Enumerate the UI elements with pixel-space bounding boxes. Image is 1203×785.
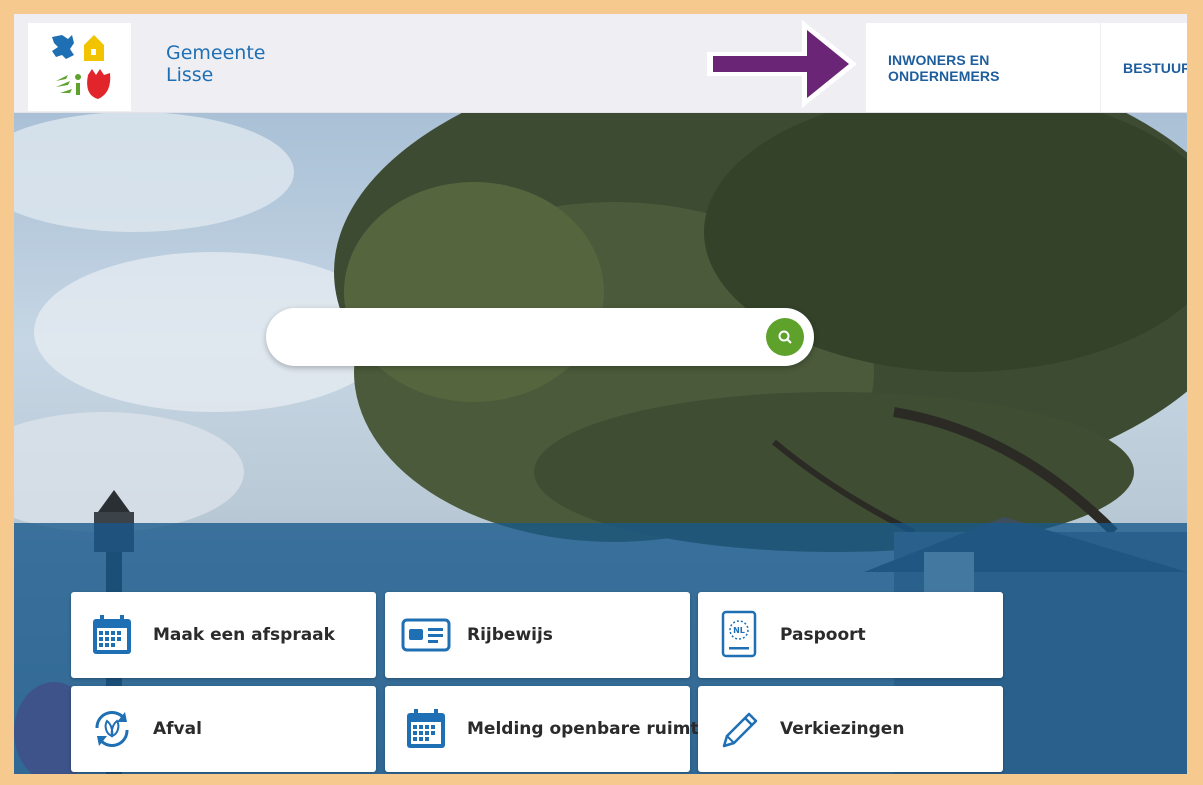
tile-verkiezingen[interactable]: Verkiezingen [698,686,1003,772]
calendar-icon [407,709,445,748]
annotation-arrow-icon [707,20,857,108]
tile-label: Verkiezingen [780,719,905,739]
search-bar [266,308,814,366]
logo-icon [52,35,111,99]
pencil-icon [722,712,758,748]
tile-maak-een-afspraak[interactable]: Maak een afspraak [71,592,376,678]
calendar-icon [93,615,131,654]
id-card-icon [401,618,451,652]
tile-afval[interactable]: Afval [71,686,376,772]
passport-icon: NL [721,610,757,658]
search-input[interactable] [292,322,756,354]
search-button[interactable] [766,318,804,356]
tile-label: Paspoort [780,625,866,645]
tile-melding-openbare-ruimte[interactable]: Melding openbare ruimte [385,686,710,772]
tile-label: Afval [153,719,202,739]
brand-name[interactable]: Gemeente Lisse [166,42,265,86]
svg-text:NL: NL [733,626,745,635]
tile-label: Maak een afspraak [153,625,335,645]
municipality-logo[interactable] [28,23,131,111]
recycle-icon [95,710,129,748]
brand-line-1: Gemeente [166,42,266,64]
nav-bestuur-en-organisatie[interactable]: BESTUUR EN ORGANISATIE [1101,23,1187,112]
tile-paspoort[interactable]: NL Paspoort [698,592,1003,678]
browser-viewport: Gemeente Lisse INWONERS EN ONDERNEMERS B… [14,14,1187,774]
tile-rijbewijs[interactable]: Rijbewijs [385,592,690,678]
tile-label: Rijbewijs [467,625,553,645]
brand-line-2: Lisse [166,64,214,86]
tile-label: Melding openbare ruimte [467,719,711,739]
nav-inwoners-en-ondernemers[interactable]: INWONERS EN ONDERNEMERS [866,23,1100,112]
search-icon [778,330,792,344]
site-header: Gemeente Lisse INWONERS EN ONDERNEMERS B… [14,14,1187,113]
hero-section: Maak een afspraak Rijbewijs NL Paspoort … [14,112,1187,774]
